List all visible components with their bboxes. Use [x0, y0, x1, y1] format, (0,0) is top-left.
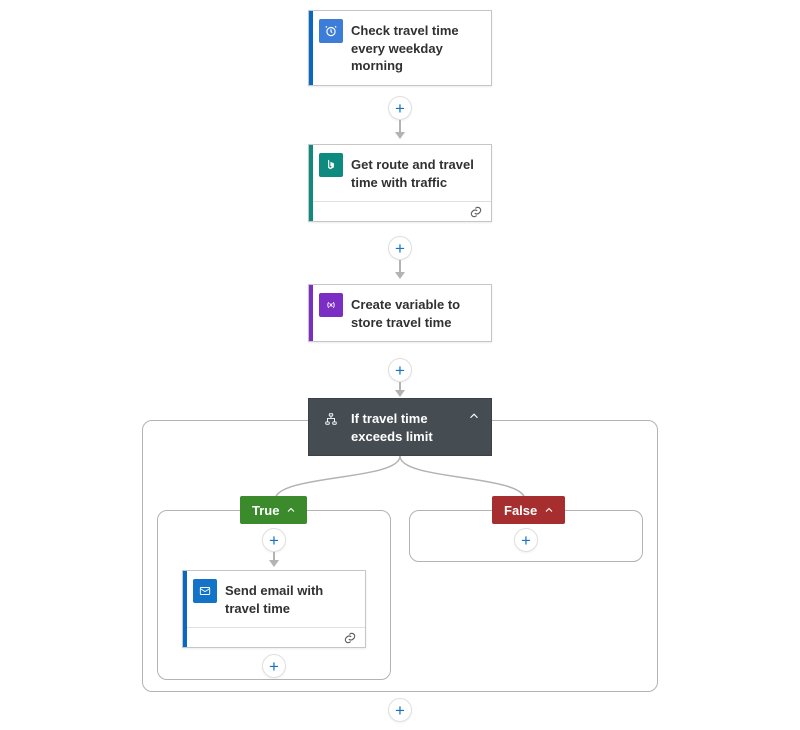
- outlook-icon: [193, 579, 217, 603]
- accent-bar: [309, 11, 313, 85]
- step-label: Create variable to store travel time: [351, 293, 481, 331]
- add-step-button[interactable]: +: [388, 698, 412, 722]
- step-trigger[interactable]: Check travel time every weekday morning: [308, 10, 492, 86]
- connector-arrow: [399, 382, 401, 396]
- true-branch-header[interactable]: True: [240, 496, 307, 524]
- flow-canvas: Check travel time every weekday morning …: [0, 0, 800, 730]
- chevron-up-icon: [543, 504, 555, 516]
- step-label: If travel time exceeds limit: [351, 407, 481, 445]
- add-step-button[interactable]: +: [388, 236, 412, 260]
- variable-icon: [319, 293, 343, 317]
- add-step-button[interactable]: +: [262, 654, 286, 678]
- add-step-button[interactable]: +: [262, 528, 286, 552]
- step-route[interactable]: Get route and travel time with traffic: [308, 144, 492, 222]
- add-step-button[interactable]: +: [514, 528, 538, 552]
- card-footer: [309, 201, 491, 221]
- card-footer: [183, 627, 365, 647]
- condition-icon: [319, 407, 343, 431]
- add-step-button[interactable]: +: [388, 358, 412, 382]
- connector-arrow: [273, 552, 275, 566]
- step-condition[interactable]: If travel time exceeds limit: [308, 398, 492, 456]
- link-icon: [469, 205, 483, 219]
- accent-bar: [309, 145, 313, 221]
- chevron-up-icon: [285, 504, 297, 516]
- alarm-clock-icon: [319, 19, 343, 43]
- accent-bar: [183, 571, 187, 647]
- step-email[interactable]: Send email with travel time: [182, 570, 366, 648]
- connector-arrow: [399, 120, 401, 138]
- accent-bar: [309, 285, 313, 341]
- step-variable[interactable]: Create variable to store travel time: [308, 284, 492, 342]
- false-branch-header[interactable]: False: [492, 496, 565, 524]
- branch-label: True: [252, 503, 279, 518]
- chevron-up-icon[interactable]: [467, 409, 481, 423]
- bing-icon: [319, 153, 343, 177]
- link-icon: [343, 631, 357, 645]
- branch-label: False: [504, 503, 537, 518]
- step-label: Check travel time every weekday morning: [351, 19, 481, 75]
- connector-arrow: [399, 260, 401, 278]
- add-step-button[interactable]: +: [388, 96, 412, 120]
- step-label: Send email with travel time: [225, 579, 355, 617]
- step-label: Get route and travel time with traffic: [351, 153, 481, 191]
